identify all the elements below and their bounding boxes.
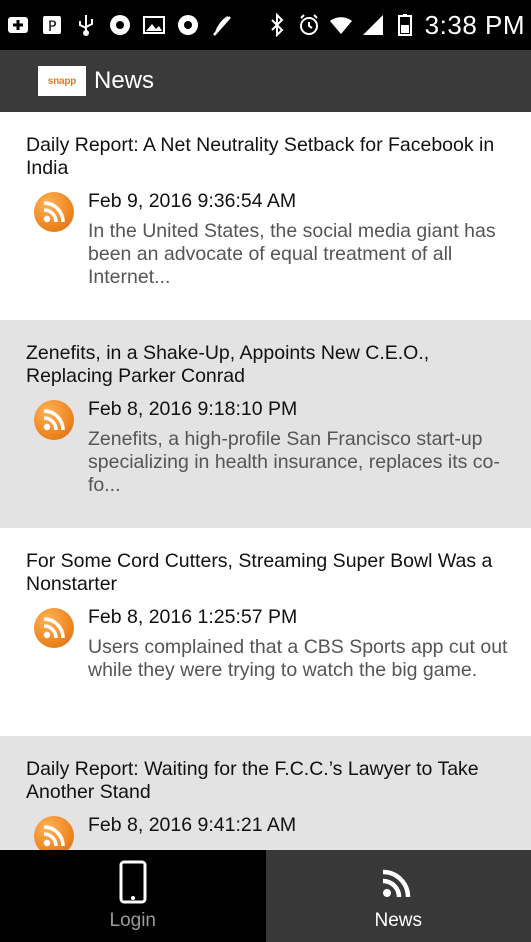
news-item[interactable]: Daily Report: Waiting for the F.C.C.’s L… — [0, 736, 531, 850]
alarm-icon — [297, 13, 321, 37]
tab-login-label: Login — [109, 910, 157, 931]
rss-feed-icon — [34, 816, 74, 850]
news-date: Feb 9, 2016 9:36:54 AM — [88, 190, 297, 212]
news-snippet: Users complained that a CBS Sports app c… — [88, 636, 508, 681]
status-time: 3:38 PM — [424, 9, 525, 40]
news-item[interactable]: Daily Report: A Net Neutrality Setback f… — [0, 112, 531, 320]
battery-icon — [393, 13, 417, 37]
tab-news[interactable]: News — [265, 850, 531, 942]
usb-icon — [74, 13, 98, 37]
tab-login[interactable]: Login — [0, 850, 266, 942]
status-right-icons: 3:38 PM — [265, 0, 525, 50]
add-box-icon — [6, 13, 30, 37]
news-snippet: In the United States, the social media g… — [88, 220, 496, 288]
status-bar: P 3:38 PM — [0, 0, 531, 50]
edit-slash-icon — [210, 13, 234, 37]
app-bar: snapp News — [0, 50, 531, 112]
photo-camera-icon — [176, 13, 200, 37]
smartphone-icon — [113, 860, 153, 904]
news-item[interactable]: Zenefits, in a Shake-Up, Appoints New C.… — [0, 320, 531, 528]
svg-text:P: P — [48, 19, 56, 35]
news-title: For Some Cord Cutters, Streaming Super B… — [26, 550, 493, 595]
logo-text: snapp — [47, 75, 77, 87]
news-meta: Feb 8, 2016 9:18:10 PM Zenefits, a high-… — [26, 394, 519, 497]
app-logo: snapp — [38, 66, 86, 96]
news-item[interactable]: For Some Cord Cutters, Streaming Super B… — [0, 528, 531, 736]
notification-p-icon: P — [40, 13, 64, 37]
rss-icon — [378, 860, 418, 904]
rss-feed-icon — [34, 192, 74, 232]
page-title: News — [94, 67, 155, 94]
news-snippet: Zenefits, a high-profile San Francisco s… — [88, 428, 500, 496]
news-title: Daily Report: A Net Neutrality Setback f… — [26, 134, 495, 179]
news-meta: Feb 8, 2016 9:41:21 AM — [26, 810, 519, 850]
news-title: Zenefits, in a Shake-Up, Appoints New C.… — [26, 342, 430, 387]
status-left-icons: P — [6, 0, 234, 50]
news-date: Feb 8, 2016 9:41:21 AM — [88, 814, 297, 836]
bluetooth-icon — [265, 13, 289, 37]
tab-news-label: News — [374, 910, 422, 931]
news-title: Daily Report: Waiting for the F.C.C.’s L… — [26, 758, 479, 803]
news-date: Feb 8, 2016 1:25:57 PM — [88, 606, 298, 628]
news-feed[interactable]: Daily Report: A Net Neutrality Setback f… — [0, 112, 531, 850]
image-icon — [142, 13, 166, 37]
bottom-nav: Login News — [0, 850, 531, 942]
signal-icon — [361, 13, 385, 37]
news-date: Feb 8, 2016 9:18:10 PM — [88, 398, 298, 420]
news-meta: Feb 9, 2016 9:36:54 AM In the United Sta… — [26, 186, 519, 289]
rss-feed-icon — [34, 608, 74, 648]
photo-camera-icon — [108, 13, 132, 37]
rss-feed-icon — [34, 400, 74, 440]
wifi-icon — [329, 13, 353, 37]
news-meta: Feb 8, 2016 1:25:57 PM Users complained … — [26, 602, 519, 682]
